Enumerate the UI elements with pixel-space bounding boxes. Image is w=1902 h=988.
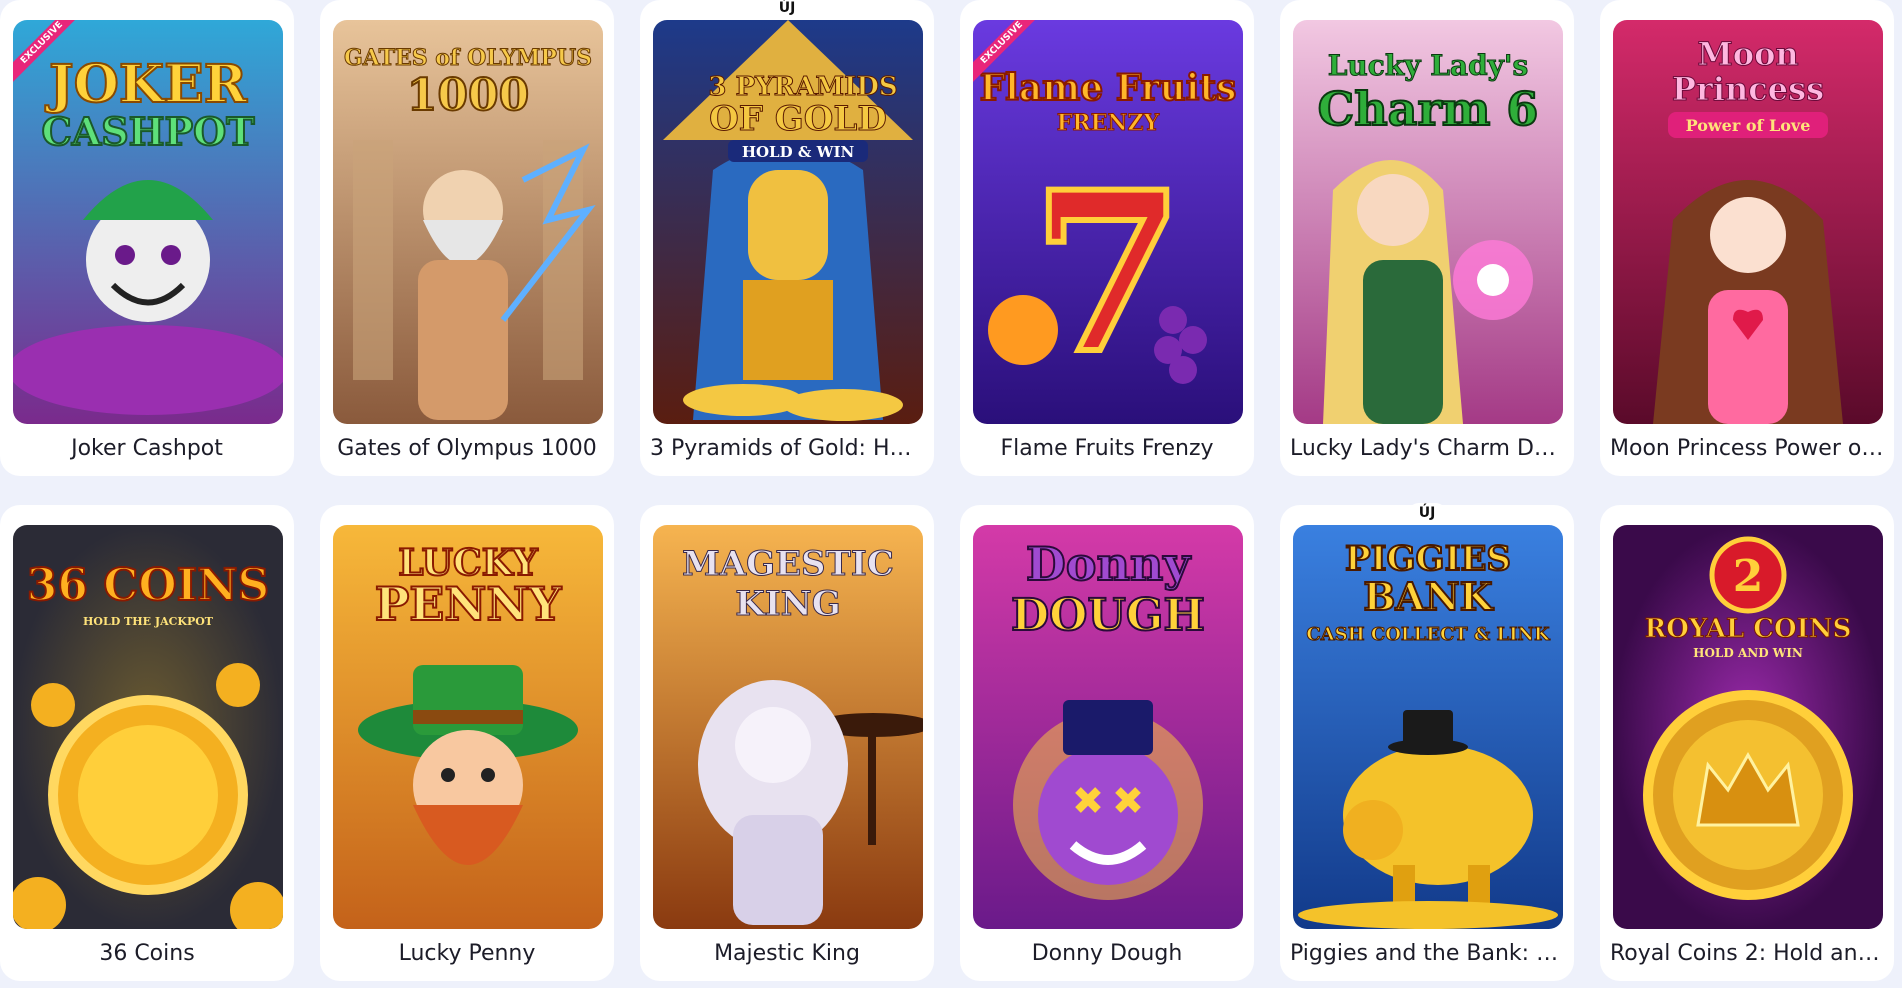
svg-text:BANK: BANK [1363,574,1494,619]
svg-text:Princess: Princess [1672,70,1824,108]
game-thumbnail[interactable]: EXCLUSIVE 7 Flame Fruits FRENZY [973,20,1243,424]
game-grid: EXCLUSIVE JOKER CASHPOT Joker Cashpot GA… [0,0,1902,988]
game-card[interactable]: Lucky Lady's Charm 6 Lucky Lady's Charm … [1280,0,1574,476]
game-title[interactable]: Lucky Lady's Charm Deluxe 6 [1290,436,1564,461]
royal-coin-artwork: 2 ROYAL COINS HOLD AND WIN [1613,525,1883,929]
svg-text:2: 2 [1733,551,1764,602]
svg-text:Flame Fruits: Flame Fruits [980,67,1237,109]
game-title[interactable]: Moon Princess Power of Love [1610,436,1884,461]
game-thumbnail[interactable]: 3 PYRAMIDS OF GOLD HOLD & WIN [653,20,923,424]
svg-text:DOUGH: DOUGH [1011,590,1205,641]
game-card[interactable]: GATES of OLYMPUS 1000 Gates of Olympus 1… [320,0,614,476]
game-thumbnail[interactable]: EXCLUSIVE JOKER CASHPOT [13,20,283,424]
svg-text:PIGGIES: PIGGIES [1345,539,1511,579]
svg-text:OF GOLD: OF GOLD [709,99,887,139]
lion-artwork: MAGESTIC KING [653,525,923,929]
game-title[interactable]: Piggies and the Bank: Cash Collect & Lin… [1290,941,1564,966]
game-title[interactable]: 3 Pyramids of Gold: Hold & Win [650,436,924,461]
svg-text:CASH COLLECT & LINK: CASH COLLECT & LINK [1306,624,1551,645]
game-title[interactable]: Joker Cashpot [10,436,284,461]
svg-text:KING: KING [735,584,841,624]
game-title[interactable]: Gates of Olympus 1000 [330,436,604,461]
game-thumbnail[interactable]: LUCKY PENNY [333,525,603,929]
game-card[interactable]: Donny DOUGH Donny Dough [960,505,1254,981]
game-thumbnail[interactable]: PIGGIES BANK CASH COLLECT & LINK [1293,525,1563,929]
svg-text:Charm 6: Charm 6 [1318,82,1539,136]
coins-artwork: 36 COINS HOLD THE JACKPOT [13,525,283,929]
game-card[interactable]: ÚJ PIGGIES BANK CASH COLLECT & LINK Pigg… [1280,503,1574,981]
game-thumbnail[interactable]: MAGESTIC KING [653,525,923,929]
game-card[interactable]: Moon Princess Power of Love Moon Princes… [1600,0,1894,476]
svg-text:Lucky Lady's: Lucky Lady's [1328,49,1529,82]
piggy-artwork: PIGGIES BANK CASH COLLECT & LINK [1293,525,1563,929]
svg-text:MAGESTIC: MAGESTIC [682,544,894,584]
svg-text:Power of Love: Power of Love [1686,116,1811,135]
game-title[interactable]: Donny Dough [970,941,1244,966]
game-title[interactable]: 36 Coins [10,941,284,966]
game-title[interactable]: Royal Coins 2: Hold and Win [1610,941,1884,966]
game-thumbnail[interactable]: 2 ROYAL COINS HOLD AND WIN [1613,525,1883,929]
new-badge: ÚJ [768,0,806,18]
svg-text:Moon: Moon [1697,35,1798,73]
princess-artwork: Moon Princess Power of Love [1613,20,1883,424]
game-thumbnail[interactable]: Donny DOUGH [973,525,1243,929]
svg-text:Donny: Donny [1026,537,1191,591]
svg-text:CASHPOT: CASHPOT [41,109,254,154]
game-thumbnail[interactable]: Moon Princess Power of Love [1613,20,1883,424]
game-title[interactable]: Flame Fruits Frenzy [970,436,1244,461]
svg-text:HOLD THE JACKPOT: HOLD THE JACKPOT [83,615,214,628]
game-thumbnail[interactable]: Lucky Lady's Charm 6 [1293,20,1563,424]
game-thumbnail[interactable]: GATES of OLYMPUS 1000 [333,20,603,424]
svg-text:PENNY: PENNY [375,577,563,631]
donny-artwork: Donny DOUGH [973,525,1243,929]
game-card[interactable]: MAGESTIC KING Majestic King [640,505,934,981]
zeus-artwork: GATES of OLYMPUS 1000 [333,20,603,424]
svg-text:1000: 1000 [407,70,529,121]
game-card[interactable]: EXCLUSIVE JOKER CASHPOT Joker Cashpot [0,0,294,476]
game-card[interactable]: LUCKY PENNY Lucky Penny [320,505,614,981]
svg-text:HOLD & WIN: HOLD & WIN [742,143,855,161]
game-title[interactable]: Majestic King [650,941,924,966]
pharaoh-artwork: 3 PYRAMIDS OF GOLD HOLD & WIN [653,20,923,424]
new-badge: ÚJ [1408,503,1446,523]
fruits-artwork: 7 Flame Fruits FRENZY [973,20,1243,424]
lady-artwork: Lucky Lady's Charm 6 [1293,20,1563,424]
svg-text:GATES of OLYMPUS: GATES of OLYMPUS [344,45,592,71]
svg-text:36 COINS: 36 COINS [27,560,269,611]
svg-text:JOKER: JOKER [45,54,248,115]
leprechaun-artwork: LUCKY PENNY [333,525,603,929]
svg-text:HOLD AND WIN: HOLD AND WIN [1693,646,1803,660]
game-card[interactable]: 2 ROYAL COINS HOLD AND WIN Royal Coins 2… [1600,505,1894,981]
svg-text:FRENZY: FRENZY [1057,110,1160,136]
svg-text:3 PYRAMIDS: 3 PYRAMIDS [708,72,897,102]
joker-artwork: JOKER CASHPOT [13,20,283,424]
game-card[interactable]: EXCLUSIVE 7 Flame Fruits FRENZY Flame Fr… [960,0,1254,476]
game-title[interactable]: Lucky Penny [330,941,604,966]
game-thumbnail[interactable]: 36 COINS HOLD THE JACKPOT [13,525,283,929]
game-card[interactable]: ÚJ 3 PYRAMIDS OF GOLD HOLD & WIN 3 Pyram… [640,0,934,476]
game-card[interactable]: 36 COINS HOLD THE JACKPOT 36 Coins [0,505,294,981]
svg-text:ROYAL COINS: ROYAL COINS [1645,614,1852,644]
svg-text:7: 7 [1031,143,1184,402]
